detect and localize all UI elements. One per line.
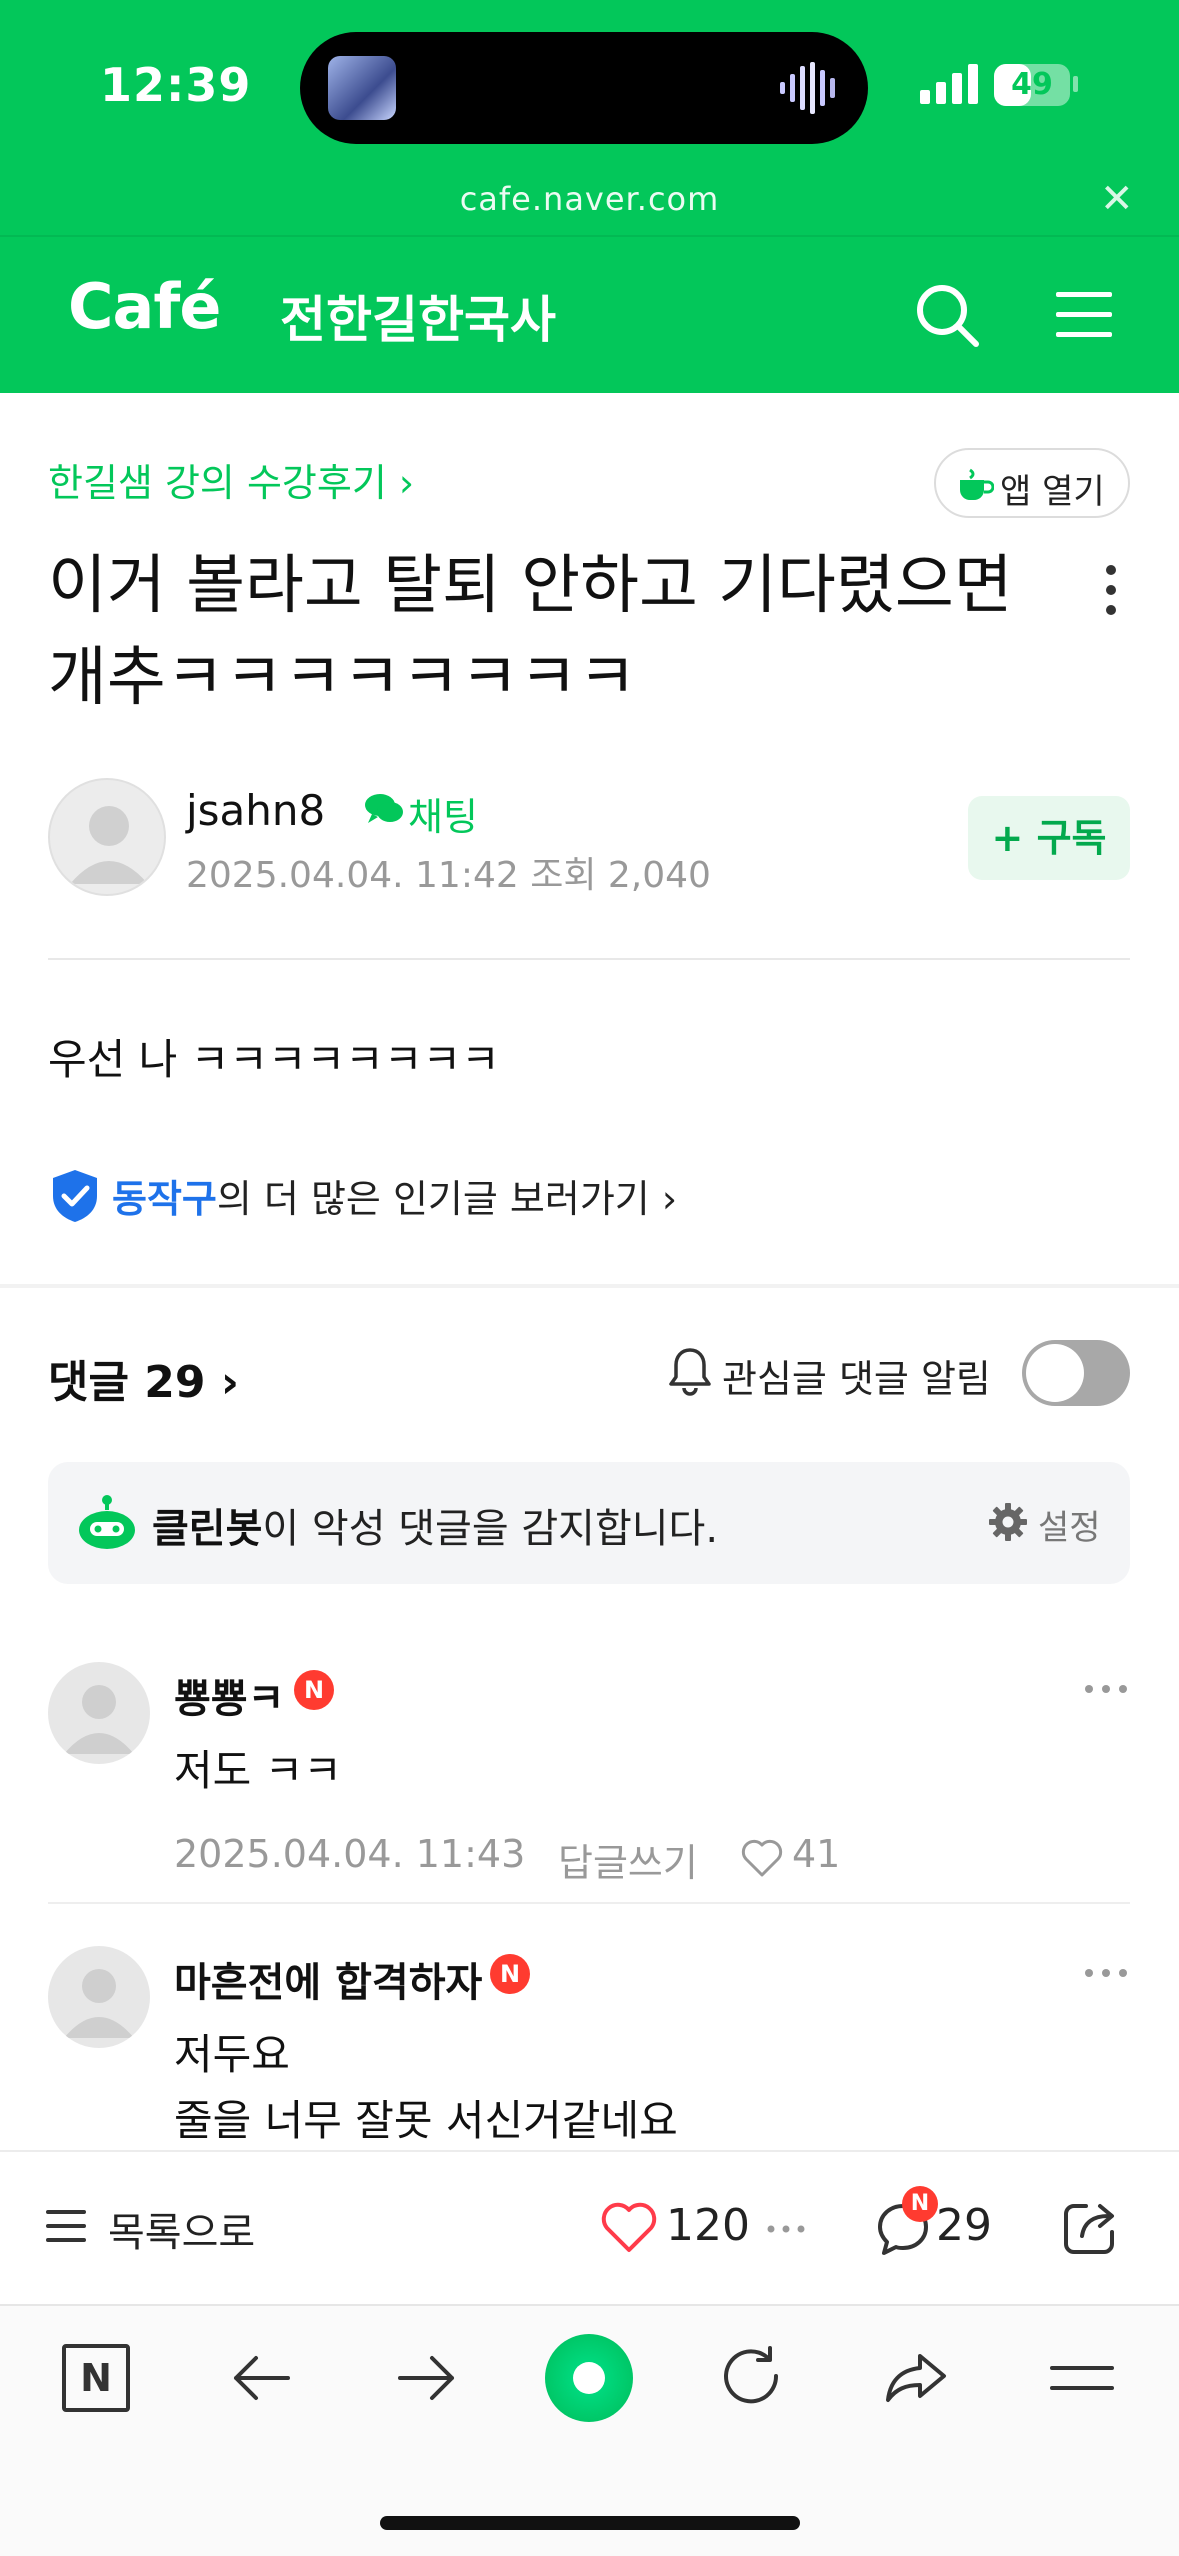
comment-text: 저두요 줄을 너무 잘못 서신거같네요 — [174, 2030, 678, 2145]
cleanbot-description: 이 악성 댓글을 감지합니다. — [262, 1506, 719, 1552]
comment-date: 2025.04.04. 11:43 — [174, 1832, 526, 1876]
close-icon[interactable]: ✕ — [1100, 176, 1134, 222]
author-avatar[interactable] — [48, 778, 166, 896]
popular-author: 동작구 — [112, 1177, 217, 1221]
menu-icon[interactable] — [1056, 290, 1112, 340]
back-arrow-icon[interactable] — [226, 2342, 298, 2414]
settings-label[interactable]: 설정 — [1038, 1500, 1101, 1549]
naver-home-button[interactable]: N — [62, 2344, 130, 2412]
battery-percent: 49 — [1011, 67, 1053, 102]
search-icon[interactable] — [912, 280, 982, 350]
cellular-signal-icon — [920, 64, 978, 104]
cleanbot-text: 클린봇이 악성 댓글을 감지합니다. — [152, 1496, 718, 1554]
gear-icon[interactable] — [988, 1502, 1028, 1542]
heart-icon[interactable] — [740, 1838, 784, 1878]
commenter-name[interactable]: 마흔전에 합격하자 — [174, 1950, 482, 2008]
app-open-label: 앱 열기 — [1000, 472, 1105, 512]
more-horizontal-icon[interactable] — [1082, 1682, 1130, 1696]
comment-divider — [48, 1902, 1130, 1904]
subscribe-button[interactable]: + 구독 — [968, 796, 1130, 880]
url-divider — [0, 235, 1179, 237]
cleanbot-name: 클린봇 — [152, 1506, 263, 1552]
default-avatar-icon — [70, 806, 148, 884]
new-badge: N — [490, 1954, 530, 1994]
list-icon[interactable] — [46, 2208, 86, 2244]
menu-icon[interactable] — [1046, 2342, 1118, 2414]
comment-text: 저도 ㅋㅋ — [174, 1746, 342, 1795]
battery-cap — [1073, 76, 1078, 92]
more-horizontal-icon[interactable] — [1082, 1966, 1130, 1980]
new-badge: N — [294, 1670, 334, 1710]
share-icon[interactable] — [1060, 2198, 1120, 2258]
toggle-knob — [1026, 1344, 1084, 1402]
robot-icon — [79, 1495, 135, 1549]
status-time: 12:39 — [100, 58, 252, 112]
post-title: 이거 볼라고 탈퇴 안하고 기다렸으면 개추ㅋㅋㅋㅋㅋㅋㅋㅋ — [48, 549, 1013, 715]
back-to-list-button[interactable]: 목록으로 — [108, 2200, 255, 2258]
section-divider — [0, 1284, 1179, 1288]
board-link[interactable]: 한길샘 강의 수강후기 › — [48, 452, 414, 507]
battery-icon: 49 — [994, 64, 1070, 106]
post-action-bar: 목록으로 120 N 29 — [0, 2150, 1179, 2304]
chat-icon[interactable] — [364, 792, 404, 826]
url-label[interactable]: cafe.naver.com — [0, 180, 1179, 218]
popular-rest: 의 더 많은 인기글 보러가기 › — [216, 1177, 678, 1221]
comment-alert-label: 관심글 댓글 알림 — [722, 1357, 991, 1401]
commenter-name[interactable]: 뿅뿅ㅋ — [174, 1666, 284, 1724]
dynamic-island[interactable] — [300, 32, 868, 144]
naver-green-dot-button[interactable] — [545, 2334, 633, 2422]
author-name[interactable]: jsahn8 — [186, 786, 325, 835]
commenter-avatar[interactable] — [48, 1662, 150, 1764]
comments-header[interactable]: 댓글 29 › — [48, 1346, 239, 1410]
more-vertical-icon[interactable] — [1100, 560, 1122, 620]
share-arrow-icon[interactable] — [880, 2342, 952, 2414]
green-dot-icon — [573, 2362, 605, 2394]
default-avatar-icon — [64, 1969, 134, 2038]
album-art-thumbnail — [328, 56, 396, 120]
home-indicator[interactable] — [380, 2516, 800, 2530]
comment-alert-toggle[interactable] — [1022, 1340, 1130, 1406]
cafe-logo[interactable]: Café — [68, 270, 221, 343]
post-like-count: 120 — [666, 2200, 750, 2251]
default-avatar-icon — [64, 1685, 134, 1754]
divider — [48, 958, 1130, 960]
cafe-name[interactable]: 전한길한국사 — [280, 280, 556, 352]
new-badge: N — [902, 2186, 938, 2222]
comment-item: 마흔전에 합격하자 N 저두요 줄을 너무 잘못 서신거같네요 — [48, 1946, 1130, 2146]
commenter-avatar[interactable] — [48, 1946, 150, 2048]
app-open-button[interactable]: 앱 열기 — [934, 448, 1130, 518]
reply-button[interactable]: 답글쓰기 — [558, 1832, 698, 1887]
subscribe-label: + 구독 — [991, 816, 1107, 860]
cafe-cup-icon — [960, 468, 994, 500]
audio-wave-icon — [780, 62, 835, 114]
comment-item: 뿅뿅ㅋ N 저도 ㅋㅋ 2025.04.04. 11:43 답글쓰기 41 — [48, 1662, 1130, 1885]
more-horizontal-icon[interactable] — [766, 2224, 806, 2234]
chat-label[interactable]: 채팅 — [408, 786, 478, 841]
like-count: 41 — [792, 1832, 841, 1876]
refresh-icon[interactable] — [716, 2342, 788, 2414]
bell-icon — [669, 1348, 711, 1396]
popular-posts-text: 동작구의 더 많은 인기글 보러가기 › — [112, 1168, 677, 1223]
post-meta: 2025.04.04. 11:42 조회 2,040 — [186, 855, 711, 896]
cleanbot-banner: 클린봇이 악성 댓글을 감지합니다. 설정 — [48, 1462, 1130, 1584]
post-body: 우선 나 ㅋㅋㅋㅋㅋㅋㅋㅋ — [48, 1035, 500, 1084]
heart-icon[interactable] — [600, 2200, 658, 2254]
post-comment-count: 29 — [936, 2200, 992, 2251]
verified-badge-icon — [53, 1170, 97, 1222]
forward-arrow-icon[interactable] — [390, 2342, 462, 2414]
